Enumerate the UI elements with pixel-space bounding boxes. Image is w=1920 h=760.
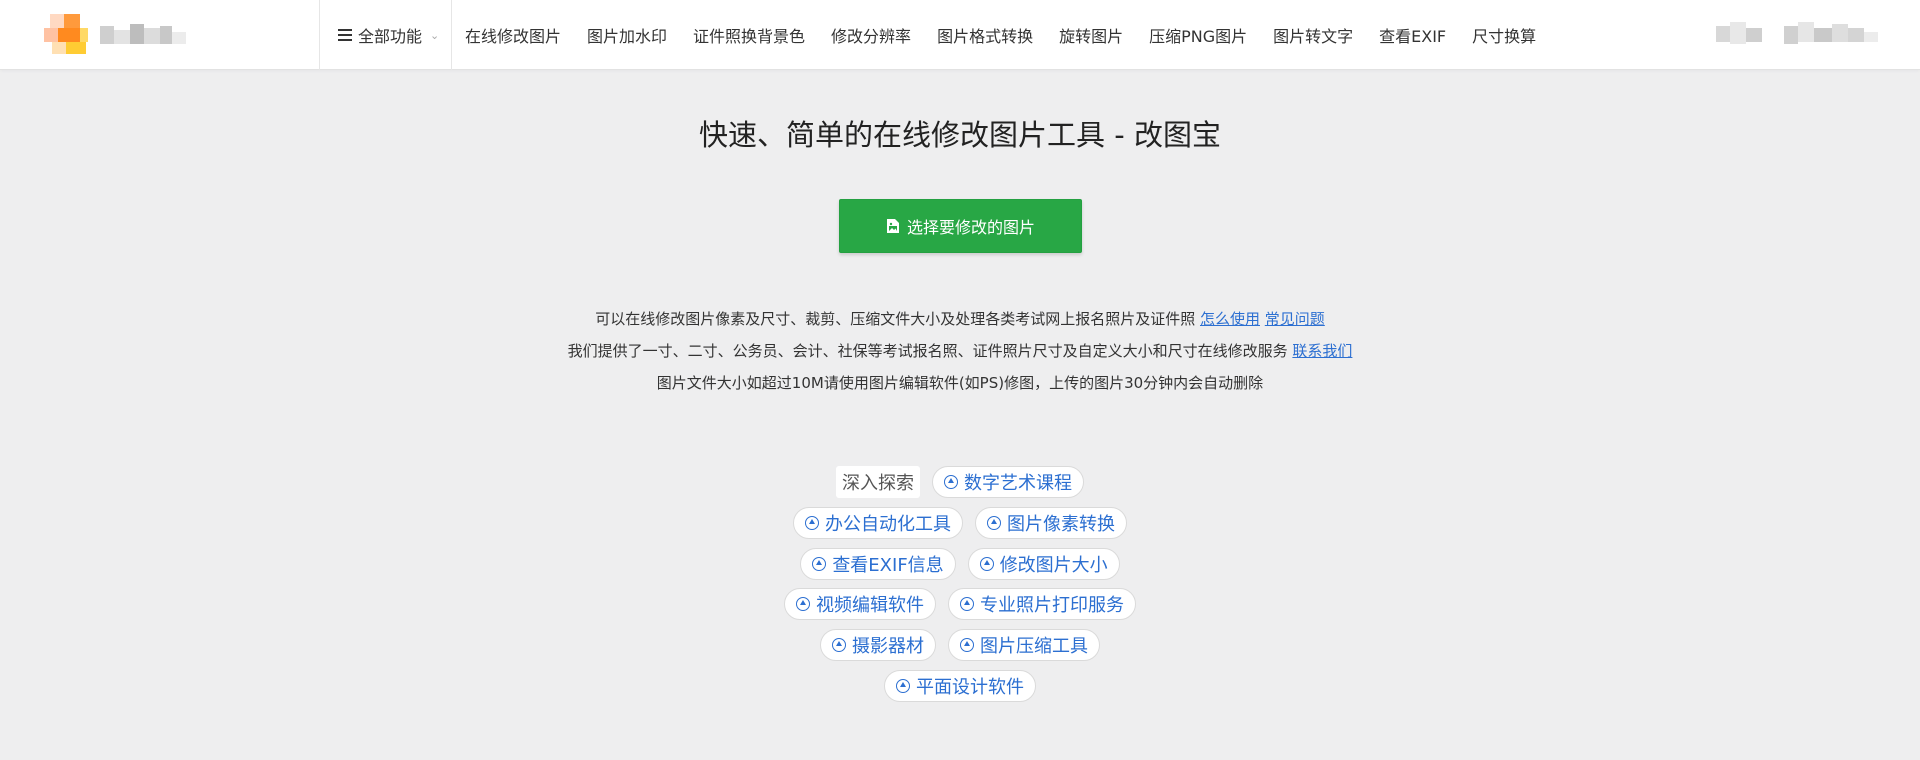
nav-link-resolution[interactable]: 修改分辨率 [818, 23, 924, 47]
login-link[interactable] [1716, 22, 1764, 46]
tag-text: 图片压缩工具 [980, 636, 1088, 657]
nav-link-image-to-text[interactable]: 图片转文字 [1260, 23, 1366, 47]
faq-link[interactable]: 常见问题 [1265, 310, 1325, 328]
tag-text: 视频编辑软件 [816, 595, 924, 616]
upload-circle-icon [896, 679, 910, 693]
tag-text: 摄影器材 [852, 636, 924, 657]
tag-row: 办公自动化工具 图片像素转换 [0, 507, 1920, 539]
select-image-label: 选择要修改的图片 [906, 218, 1035, 237]
contact-us-link[interactable]: 联系我们 [1292, 342, 1352, 360]
tag-row: 平面设计软件 [0, 670, 1920, 702]
page-title: 快速、简单的在线修改图片工具 - 改图宝 [699, 118, 1221, 152]
upload-circle-icon [832, 638, 846, 652]
explore-label: 深入探索 [836, 466, 920, 498]
explore-tag[interactable]: 摄影器材 [820, 629, 936, 661]
nav-link-id-photo-bg[interactable]: 证件照换背景色 [680, 23, 818, 47]
tag-text: 修改图片大小 [999, 555, 1108, 576]
upload-circle-icon [979, 557, 994, 571]
nav-link-format-convert[interactable]: 图片格式转换 [924, 23, 1046, 47]
description-line-1: 可以在线修改图片像素及尺寸、裁剪、压缩文件大小及处理各类考试网上报名照片及证件照… [0, 308, 1920, 329]
tag-text: 图片像素转换 [1007, 514, 1115, 535]
logo-mark [44, 14, 90, 54]
tag-text: 平面设计软件 [916, 677, 1024, 698]
upload-circle-icon [960, 597, 974, 611]
tag-text: 查看EXIF信息 [832, 555, 944, 576]
all-features-menu[interactable]: 全部功能 ⌄ [320, 0, 451, 70]
nav-link-compress-png[interactable]: 压缩PNG图片 [1136, 23, 1260, 47]
explore-tag[interactable]: 视频编辑软件 [784, 588, 936, 620]
logo-wordmark [100, 24, 186, 46]
site-logo[interactable] [44, 14, 186, 54]
upload-circle-icon [944, 475, 958, 489]
description-line-3: 图片文件大小如超过10M请使用图片编辑软件(如PS)修图，上传的图片30分钟内会… [0, 372, 1920, 393]
nav-link-rotate[interactable]: 旋转图片 [1046, 23, 1136, 47]
upload-circle-icon [987, 516, 1001, 530]
tag-row: 摄影器材 图片压缩工具 [0, 629, 1920, 661]
tag-row: 深入探索 数字艺术课程 [0, 466, 1920, 498]
main-nav: 在线修改图片 图片加水印 证件照换背景色 修改分辨率 图片格式转换 旋转图片 压… [452, 0, 1549, 70]
upload-circle-icon [812, 557, 827, 571]
tag-row: 查看EXIF信息 修改图片大小 [0, 548, 1920, 580]
explore-tag[interactable]: 修改图片大小 [967, 548, 1120, 580]
register-link[interactable] [1784, 22, 1880, 46]
description-text: 可以在线修改图片像素及尺寸、裁剪、压缩文件大小及处理各类考试网上报名照片及证件照 [595, 310, 1196, 328]
tag-text: 数字艺术课程 [964, 473, 1072, 494]
nav-link-size-convert[interactable]: 尺寸换算 [1459, 23, 1549, 47]
explore-tag[interactable]: 办公自动化工具 [793, 507, 963, 539]
upload-circle-icon [805, 516, 819, 530]
image-file-icon [886, 219, 899, 233]
tag-text: 办公自动化工具 [825, 514, 951, 535]
tag-row: 视频编辑软件 专业照片打印服务 [0, 588, 1920, 620]
how-to-use-link[interactable]: 怎么使用 [1200, 310, 1260, 328]
explore-tag[interactable]: 数字艺术课程 [932, 466, 1084, 498]
tag-text: 专业照片打印服务 [980, 595, 1124, 616]
nav-link-watermark[interactable]: 图片加水印 [574, 23, 680, 47]
upload-circle-icon [960, 638, 974, 652]
upload-circle-icon [796, 597, 810, 611]
explore-tag[interactable]: 专业照片打印服务 [948, 588, 1136, 620]
explore-tag[interactable]: 平面设计软件 [884, 670, 1036, 702]
nav-link-exif[interactable]: 查看EXIF [1366, 23, 1459, 47]
top-navbar: 全部功能 ⌄ 在线修改图片 图片加水印 证件照换背景色 修改分辨率 图片格式转换… [0, 0, 1920, 70]
explore-tag[interactable]: 查看EXIF信息 [800, 548, 956, 580]
select-image-button[interactable]: 选择要修改的图片 [839, 199, 1082, 253]
all-features-label: 全部功能 [358, 27, 423, 46]
description-text: 图片文件大小如超过10M请使用图片编辑软件(如PS)修图，上传的图片30分钟内会… [656, 374, 1264, 392]
chevron-down-icon: ⌄ [430, 28, 440, 42]
explore-tag[interactable]: 图片像素转换 [975, 507, 1127, 539]
description-text: 我们提供了一寸、二寸、公务员、会计、社保等考试报名照、证件照片尺寸及自定义大小和… [567, 342, 1288, 360]
nav-link-edit-image[interactable]: 在线修改图片 [452, 23, 574, 47]
description-line-2: 我们提供了一寸、二寸、公务员、会计、社保等考试报名照、证件照片尺寸及自定义大小和… [0, 340, 1920, 361]
menu-icon [338, 29, 352, 41]
explore-tag[interactable]: 图片压缩工具 [948, 629, 1100, 661]
